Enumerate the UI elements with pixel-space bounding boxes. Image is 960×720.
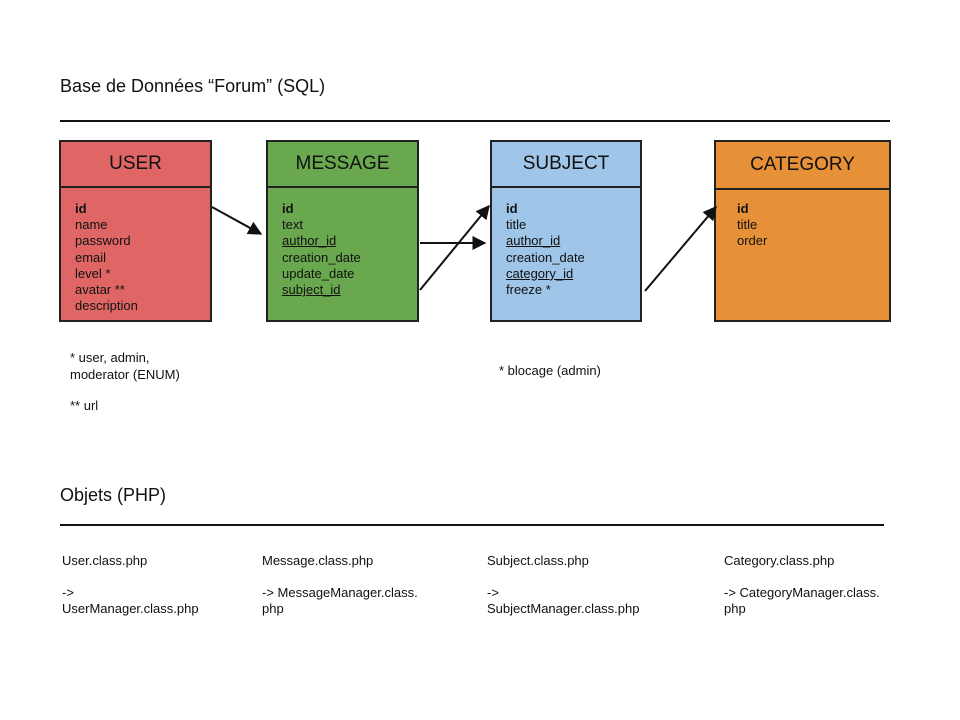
message-manager-line: -> MessageManager.class. bbox=[262, 585, 418, 600]
message-class-file: Message.class.php bbox=[262, 553, 374, 568]
category-class-file: Category.class.php bbox=[724, 553, 835, 568]
category-object: Category.class.php -> CategoryManager.cl… bbox=[724, 553, 880, 617]
user-avatar-note: ** url bbox=[70, 398, 99, 413]
arrow-user-to-message bbox=[211, 206, 263, 235]
message-object: Message.class.php -> MessageManager.clas… bbox=[262, 553, 418, 617]
category-manager-line: -> CategoryManager.class. bbox=[724, 585, 880, 600]
user-class-file: User.class.php bbox=[62, 553, 148, 568]
arrow-message-subject-to-subject bbox=[419, 204, 490, 291]
user-object: User.class.php -> UserManager.class.php bbox=[62, 553, 199, 617]
user-level-note: * user, admin, moderator (ENUM) bbox=[70, 349, 180, 383]
category-manager-file: -> CategoryManager.class. php bbox=[724, 585, 880, 617]
category-manager-line: php bbox=[724, 601, 746, 616]
php-section-divider bbox=[60, 524, 884, 526]
message-manager-file: -> MessageManager.class. php bbox=[262, 585, 418, 617]
user-manager-line: -> bbox=[62, 585, 74, 600]
message-manager-line: php bbox=[262, 601, 284, 616]
subject-manager-file: -> SubjectManager.class.php bbox=[487, 585, 639, 617]
user-level-note-line: moderator (ENUM) bbox=[70, 367, 180, 382]
subject-manager-line: SubjectManager.class.php bbox=[487, 601, 640, 616]
user-level-note-line: * user, admin, bbox=[70, 350, 150, 365]
subject-freeze-note: * blocage (admin) bbox=[499, 363, 601, 378]
subject-manager-line: -> bbox=[487, 585, 499, 600]
user-manager-file: -> UserManager.class.php bbox=[62, 585, 199, 617]
php-section-title: Objets (PHP) bbox=[60, 485, 167, 505]
user-manager-line: UserManager.class.php bbox=[62, 601, 199, 616]
arrow-subject-to-category bbox=[644, 205, 717, 292]
subject-object: Subject.class.php -> SubjectManager.clas… bbox=[487, 553, 639, 617]
subject-class-file: Subject.class.php bbox=[487, 553, 589, 568]
